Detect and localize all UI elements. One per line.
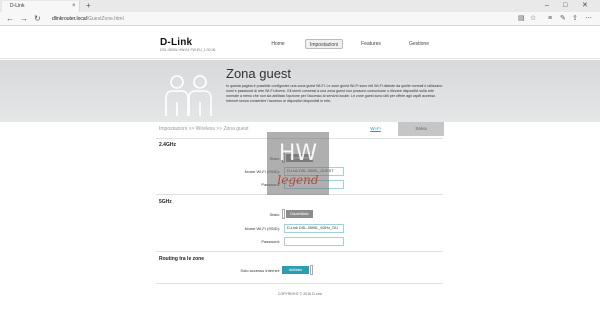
favorite-icon[interactable]: ☆	[530, 14, 536, 24]
new-tab-icon[interactable]: +	[86, 1, 91, 11]
ssid-input-5[interactable]: D-Link DSL-3590L_5GHz_GU	[284, 224, 344, 233]
share-icon[interactable]: ⇪	[572, 14, 578, 24]
dlink-logo: D-Link	[160, 37, 193, 48]
toggle-knob	[282, 209, 285, 219]
stato-label-5: Stato:	[269, 212, 280, 217]
address-field[interactable]: dlinkrouter.local/GuestZone.html	[50, 14, 510, 24]
close-tab-icon[interactable]: ×	[72, 2, 76, 10]
nav-home[interactable]: Home	[263, 39, 293, 49]
divider	[156, 251, 443, 252]
model-info: DSL-3590L HW:A1 FW:EU_1.00.06	[160, 48, 216, 52]
watermark-bottom: legend	[277, 173, 318, 187]
favorites-hub-icon[interactable]: ≡	[548, 14, 552, 24]
section-title-24ghz: 2.4GHz	[159, 142, 176, 148]
stato-toggle-5[interactable]: Disabilitato	[282, 209, 314, 219]
browser-tab-bar: D-Link × + – □ ✕	[0, 0, 600, 12]
close-window-icon[interactable]: ✕	[582, 1, 588, 10]
watermark-top: HW	[279, 141, 318, 166]
nav-features[interactable]: Features	[356, 39, 386, 49]
page-title: Zona guest	[226, 66, 292, 81]
address-bar-row: ← → ↻ dlinkrouter.local/GuestZone.html ▤…	[0, 12, 600, 26]
forward-icon[interactable]: →	[20, 14, 28, 24]
toggle-knob	[310, 265, 313, 275]
save-button[interactable]: Salva	[398, 122, 444, 136]
ssid-label-5: Nome Wi-Fi (SSID):	[244, 226, 280, 231]
internet-only-label: Solo accesso Internet:	[240, 268, 280, 273]
toggle-state: Disabilitato	[286, 210, 313, 218]
more-icon[interactable]: ⋯	[585, 14, 592, 24]
url-text: dlinkrouter.local/GuestZone.html	[52, 16, 124, 22]
section-title-5ghz: 5GHz	[159, 199, 172, 205]
copyright-footer: COPYRIGHT © 2016 D-Link	[277, 292, 323, 296]
tab-title: D-Link	[10, 3, 25, 9]
hw-legend-watermark: HW legend	[267, 132, 329, 195]
guest-users-icon	[165, 75, 212, 116]
page-description: In questa pagina è possibile configurare…	[226, 84, 443, 104]
nav-gestione[interactable]: Gestione	[404, 39, 434, 49]
maximize-icon[interactable]: □	[563, 1, 567, 10]
back-icon[interactable]: ←	[6, 14, 14, 24]
browser-tab[interactable]: D-Link ×	[2, 1, 80, 12]
notes-icon[interactable]: ✎	[560, 14, 566, 24]
nav-impostazioni[interactable]: Impostazioni	[305, 39, 343, 49]
page-banner: Zona guest In questa pagina è possibile …	[0, 60, 600, 122]
router-header: D-Link DSL-3590L HW:A1 FW:EU_1.00.06 Hom…	[0, 27, 600, 59]
minimize-icon[interactable]: –	[545, 1, 549, 10]
reading-view-icon[interactable]: ▤	[518, 14, 525, 24]
section-title-routing: Routing tra le zone	[159, 256, 204, 262]
tab-wifi[interactable]: Wi-Fi	[352, 122, 399, 136]
breadcrumb: Impostazioni >> Wireless >> Zona guest	[159, 126, 249, 132]
refresh-icon[interactable]: ↻	[34, 14, 41, 24]
password-label-5: Password:	[261, 239, 280, 244]
divider	[156, 283, 443, 284]
toggle-state: Abilitato	[282, 266, 309, 274]
internet-only-toggle[interactable]: Abilitato	[282, 265, 314, 275]
password-input-5[interactable]	[284, 237, 344, 246]
